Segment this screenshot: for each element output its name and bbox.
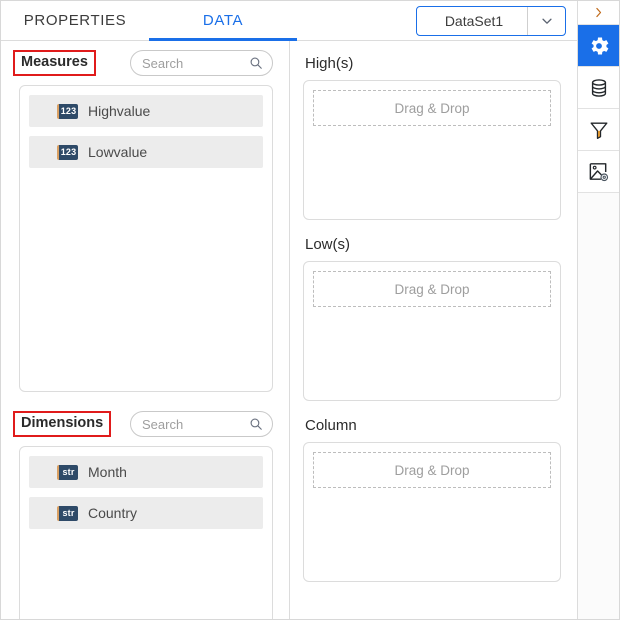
- search-icon: [249, 56, 263, 70]
- shelf-column-dropzone[interactable]: Drag & Drop: [313, 452, 551, 488]
- list-item[interactable]: str Month: [29, 456, 263, 488]
- dimensions-search-box[interactable]: [130, 411, 273, 437]
- measures-search-input[interactable]: [142, 55, 249, 71]
- shelves-column: High(s) Drag & Drop Low(s) Drag & Drop C…: [290, 41, 577, 619]
- gear-icon: [587, 34, 611, 58]
- shelf-lows-box: Drag & Drop: [303, 261, 561, 401]
- dimensions-list: str Month str Country: [19, 446, 273, 619]
- field-label: Month: [88, 464, 127, 480]
- dataset-dropdown-value: DataSet1: [444, 13, 504, 29]
- chevron-down-icon: [527, 7, 565, 35]
- rail-empty-space: [578, 193, 619, 619]
- measures-search-box[interactable]: [130, 50, 273, 76]
- measures-title: Measures: [13, 50, 96, 76]
- image-settings-icon: [587, 160, 610, 183]
- filter-button[interactable]: [578, 109, 619, 151]
- shelf-lows: Low(s) Drag & Drop: [303, 236, 561, 401]
- dimensions-search-input[interactable]: [142, 416, 249, 432]
- shelf-column-box: Drag & Drop: [303, 442, 561, 582]
- data-button[interactable]: [578, 67, 619, 109]
- dimensions-header: Dimensions: [1, 402, 289, 446]
- settings-button[interactable]: [578, 25, 619, 67]
- tab-data-label: DATA: [202, 12, 244, 29]
- shelf-highs-title: High(s): [305, 55, 354, 72]
- shelf-column-title: Column: [305, 417, 357, 434]
- shelf-column: Column Drag & Drop: [303, 417, 561, 582]
- shelf-lows-dropzone[interactable]: Drag & Drop: [313, 271, 551, 307]
- list-item[interactable]: str Country: [29, 497, 263, 529]
- string-type-badge: str: [57, 505, 78, 521]
- string-type-badge: str: [57, 464, 78, 480]
- list-item[interactable]: 123 Highvalue: [29, 95, 263, 127]
- panel-body: Measures Search 123 Highvalue 123 Lowval…: [1, 41, 577, 619]
- fields-column: Measures Search 123 Highvalue 123 Lowval…: [1, 41, 290, 619]
- list-item[interactable]: 123 Lowvalue: [29, 136, 263, 168]
- field-label: Highvalue: [88, 103, 151, 119]
- filter-funnel-icon: [588, 119, 610, 141]
- field-group-measures: Measures Search 123 Highvalue 123 Lowval…: [1, 41, 289, 402]
- shelf-highs: High(s) Drag & Drop: [303, 55, 561, 220]
- dimensions-title: Dimensions: [13, 411, 112, 437]
- shelf-highs-box: Drag & Drop: [303, 80, 561, 220]
- shelf-highs-dropzone[interactable]: Drag & Drop: [313, 90, 551, 126]
- image-settings-button[interactable]: [578, 151, 619, 193]
- database-icon: [588, 77, 610, 99]
- chevron-right-icon: [592, 6, 605, 19]
- expand-panel-button[interactable]: [578, 1, 619, 25]
- measures-header: Measures: [1, 41, 289, 85]
- data-panel-window: PROPERTIES DATA DataSet1 Measures Search…: [0, 0, 620, 620]
- field-group-dimensions: Dimensions Search str Month str Country: [1, 402, 289, 619]
- field-label: Country: [88, 505, 138, 521]
- tab-properties[interactable]: PROPERTIES: [1, 1, 149, 41]
- shelf-lows-title: Low(s): [305, 236, 351, 253]
- tab-properties-label: PROPERTIES: [23, 12, 127, 29]
- measures-list: 123 Highvalue 123 Lowvalue: [19, 85, 273, 392]
- icon-rail: [577, 1, 619, 619]
- number-type-badge: 123: [57, 103, 78, 119]
- field-label: Lowvalue: [88, 144, 148, 160]
- main-content: PROPERTIES DATA DataSet1 Measures Search…: [1, 1, 577, 619]
- number-type-badge: 123: [57, 144, 78, 160]
- search-icon: [249, 417, 263, 431]
- tab-bar: PROPERTIES DATA DataSet1: [1, 1, 577, 41]
- tab-data[interactable]: DATA: [149, 1, 297, 41]
- dataset-dropdown[interactable]: DataSet1: [416, 6, 566, 36]
